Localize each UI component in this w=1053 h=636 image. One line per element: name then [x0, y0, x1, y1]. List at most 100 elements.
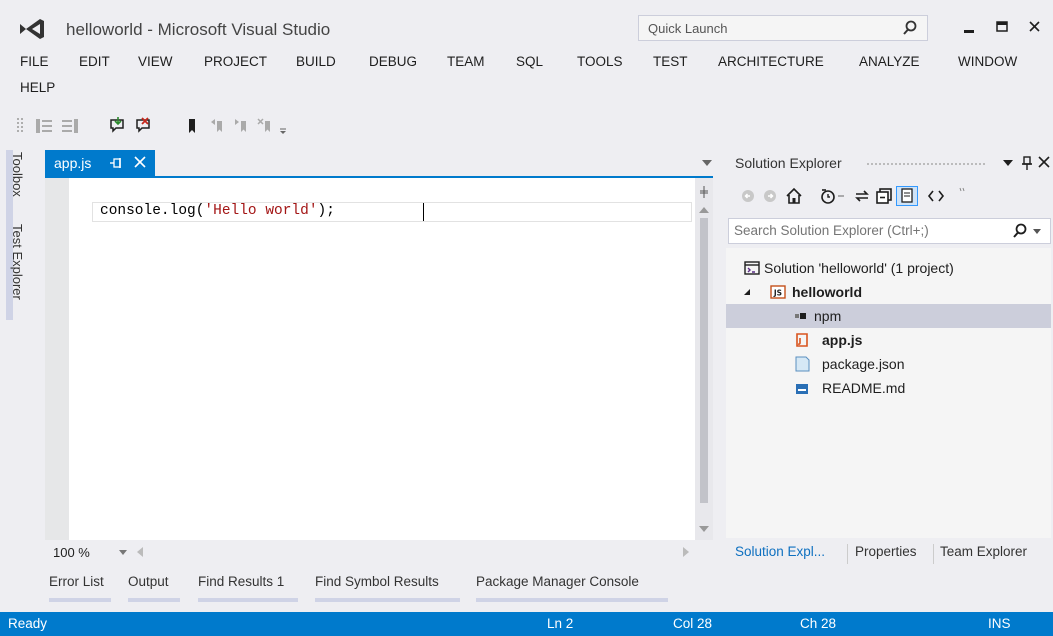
expanded-arrow-icon[interactable] — [742, 284, 752, 300]
home-icon[interactable] — [784, 186, 804, 206]
menu-analyze[interactable]: ANALYZE — [859, 54, 920, 69]
outdent-icon[interactable] — [34, 116, 54, 136]
solution-explorer-title: Solution Explorer — [735, 155, 842, 171]
scrollbar-thumb[interactable] — [700, 218, 708, 503]
right-panel-tabs: Solution Expl... Properties Team Explore… — [726, 540, 1051, 568]
editor-vertical-scrollbar[interactable] — [695, 178, 713, 540]
tab-output[interactable]: Output — [128, 574, 169, 589]
prev-bookmark-icon[interactable] — [208, 116, 228, 136]
quick-launch-box[interactable]: Quick Launch — [638, 15, 928, 41]
tree-item-readme[interactable]: README.md — [726, 376, 1051, 400]
menu-tools[interactable]: TOOLS — [577, 54, 623, 69]
tab-find-results-1[interactable]: Find Results 1 — [198, 574, 284, 589]
show-all-files-icon[interactable] — [896, 186, 918, 206]
menu-view[interactable]: VIEW — [138, 54, 173, 69]
solution-search-input[interactable] — [734, 223, 994, 238]
menu-build[interactable]: BUILD — [296, 54, 336, 69]
bookmark-icon[interactable] — [182, 116, 202, 136]
title-grip[interactable] — [866, 162, 986, 166]
tree-item-label: npm — [814, 308, 842, 324]
tab-package-manager-console[interactable]: Package Manager Console — [476, 574, 639, 589]
editor-gutter — [45, 178, 69, 540]
tree-item-package-json[interactable]: package.json — [726, 352, 1051, 376]
clear-bookmarks-icon[interactable] — [256, 116, 276, 136]
code-string: 'Hello world' — [204, 203, 318, 219]
tab-toolbox[interactable]: Toolbox — [10, 152, 25, 197]
tree-item-npm[interactable]: npm — [726, 304, 1051, 328]
forward-icon[interactable] — [760, 186, 780, 206]
menu-help[interactable]: HELP — [20, 80, 55, 95]
title-bar: helloworld - Microsoft Visual Studio Qui… — [0, 0, 1053, 46]
tab-find-symbol-results[interactable]: Find Symbol Results — [315, 574, 439, 589]
window-position-dropdown-icon[interactable] — [1003, 159, 1013, 167]
tab-app-js-label: app.js — [54, 155, 92, 171]
code-end: ); — [317, 203, 335, 219]
menu-file[interactable]: FILE — [20, 54, 49, 69]
menu-test[interactable]: TEST — [653, 54, 688, 69]
close-tab-icon[interactable] — [133, 155, 147, 169]
search-icon — [903, 20, 917, 35]
scroll-right-icon[interactable] — [683, 547, 689, 557]
menu-team[interactable]: TEAM — [447, 54, 485, 69]
tab-app-js[interactable]: app.js — [45, 150, 155, 176]
minimize-button[interactable] — [952, 14, 986, 40]
tab-indicator — [198, 598, 298, 602]
code-line[interactable]: console.log('Hello world'); — [100, 203, 335, 219]
history-dropdown-icon[interactable] — [836, 186, 846, 206]
tree-item-app-js[interactable]: app.js — [726, 328, 1051, 352]
pin-tab-icon[interactable] — [109, 156, 123, 170]
zoom-dropdown-icon[interactable] — [119, 550, 127, 556]
menu-sql[interactable]: SQL — [516, 54, 543, 69]
tab-error-list[interactable]: Error List — [49, 574, 104, 589]
tab-separator — [933, 544, 934, 564]
toolbar-overflow-icon[interactable] — [958, 186, 968, 206]
tab-test-explorer[interactable]: Test Explorer — [10, 224, 25, 300]
menu-project[interactable]: PROJECT — [204, 54, 267, 69]
view-code-icon[interactable] — [926, 186, 946, 206]
npm-icon — [795, 313, 806, 319]
tab-indicator — [128, 598, 180, 602]
menu-debug[interactable]: DEBUG — [369, 54, 417, 69]
toolbar-options-icon[interactable] — [278, 116, 288, 136]
auto-hide-pin-icon[interactable] — [1021, 155, 1033, 171]
search-options-dropdown-icon[interactable] — [1033, 229, 1041, 235]
sync-icon[interactable] — [852, 186, 872, 206]
chevron-down-icon[interactable] — [701, 158, 713, 168]
comment-icon[interactable] — [108, 116, 128, 136]
menu-window[interactable]: WINDOW — [958, 54, 1017, 69]
status-ready: Ready — [8, 616, 48, 631]
scroll-up-icon[interactable] — [699, 206, 709, 213]
search-icon[interactable] — [1013, 223, 1027, 239]
tab-team-explorer[interactable]: Team Explorer — [940, 544, 1027, 559]
code-editor[interactable]: console.log('Hello world'); — [45, 178, 695, 540]
js-file-icon — [796, 333, 808, 347]
solution-tree[interactable]: Solution 'helloworld' (1 project) JS hel… — [726, 248, 1051, 538]
menu-bar: FILE EDIT VIEW PROJECT BUILD DEBUG TEAM … — [0, 46, 1053, 102]
window-title: helloworld - Microsoft Visual Studio — [66, 20, 331, 39]
close-panel-icon[interactable] — [1038, 155, 1050, 169]
scroll-down-icon[interactable] — [699, 526, 709, 533]
tree-item-project[interactable]: JS helloworld — [726, 280, 1051, 304]
next-bookmark-icon[interactable] — [232, 116, 252, 136]
zoom-level[interactable]: 100 % — [53, 545, 90, 560]
tab-solution-explorer[interactable]: Solution Expl... — [735, 544, 825, 559]
menu-architecture[interactable]: ARCHITECTURE — [718, 54, 824, 69]
history-icon[interactable] — [818, 186, 838, 206]
status-insert-mode: INS — [988, 616, 1011, 631]
split-handle-icon[interactable] — [699, 186, 709, 198]
status-column: Col 28 — [673, 616, 713, 631]
collapse-all-icon[interactable] — [874, 186, 894, 206]
tab-properties[interactable]: Properties — [855, 544, 917, 559]
editor-status-row: 100 % — [45, 540, 713, 566]
back-icon[interactable] — [738, 186, 758, 206]
maximize-button[interactable] — [985, 14, 1019, 40]
menu-edit[interactable]: EDIT — [79, 54, 110, 69]
toolbar-grip-icon[interactable] — [16, 116, 24, 136]
uncomment-icon[interactable] — [134, 116, 154, 136]
tree-item-solution[interactable]: Solution 'helloworld' (1 project) — [726, 256, 1051, 280]
solution-explorer-search[interactable] — [728, 218, 1051, 244]
close-window-button[interactable] — [1018, 14, 1052, 40]
indent-icon[interactable] — [60, 116, 80, 136]
scroll-left-icon[interactable] — [137, 547, 143, 557]
solution-explorer-header: Solution Explorer — [726, 150, 1051, 176]
